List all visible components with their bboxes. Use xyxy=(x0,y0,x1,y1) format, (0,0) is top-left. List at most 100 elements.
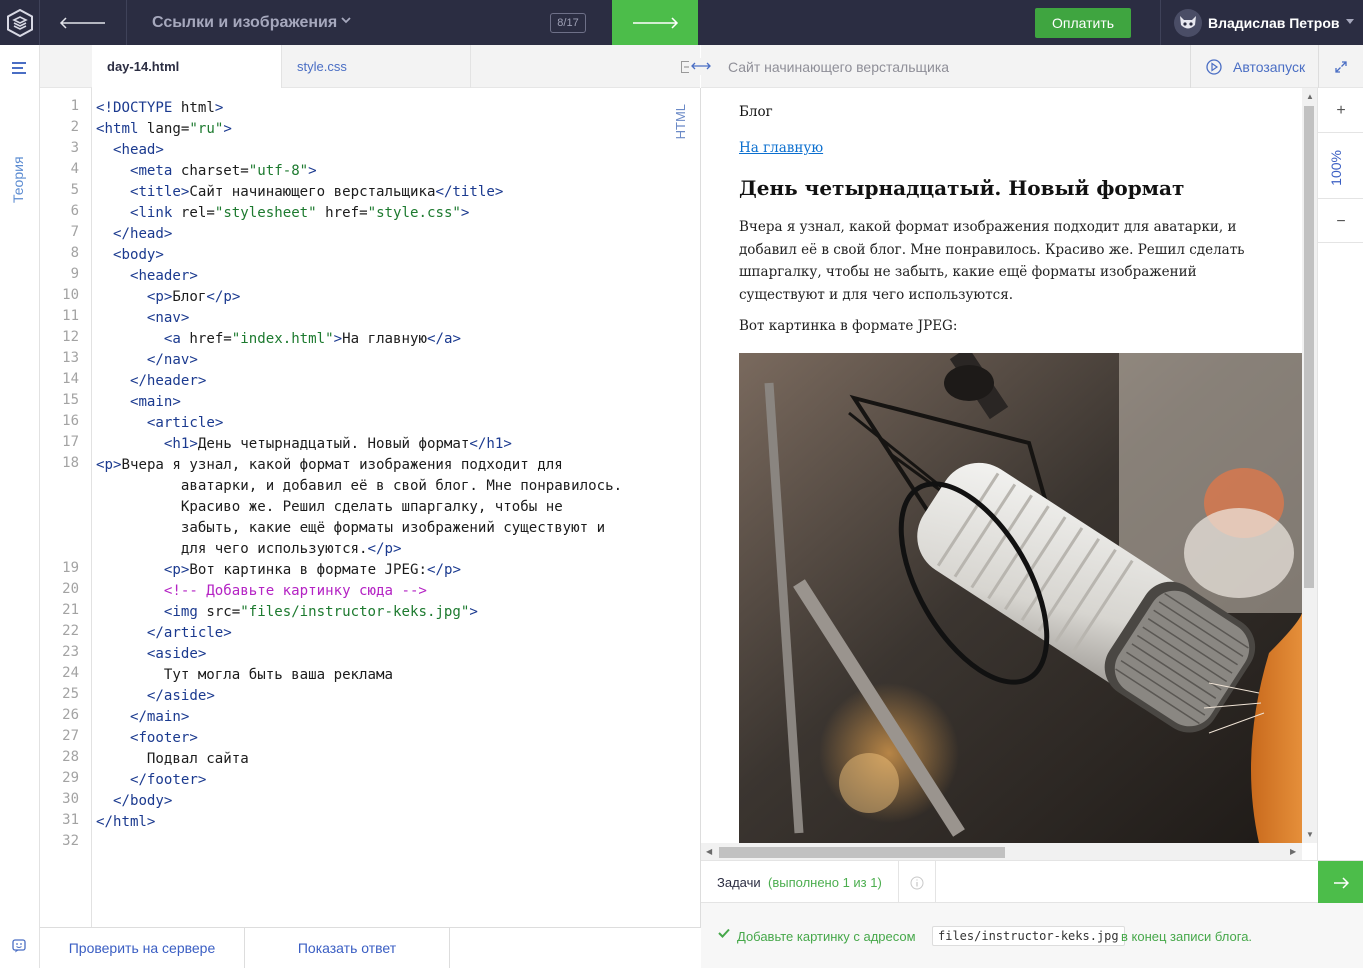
code-line: <p>Блог</p> xyxy=(146,289,241,305)
editor-bottom-bar: Проверить на сервере Показать ответ xyxy=(40,927,701,968)
code-line: <!DOCTYPE html> xyxy=(96,100,224,116)
zoom-level: 100% xyxy=(1328,150,1344,186)
theory-tab[interactable]: Теория xyxy=(10,151,26,203)
autorun-icon xyxy=(1206,59,1222,75)
line-number: 20 xyxy=(62,581,79,597)
code-line: <article> xyxy=(146,415,224,431)
next-task-button[interactable] xyxy=(1318,861,1363,904)
autorun-toggle[interactable]: Автозапуск xyxy=(1190,45,1318,88)
info-icon xyxy=(910,876,924,889)
chevron-down-icon xyxy=(1346,19,1354,24)
line-number: 11 xyxy=(62,308,79,324)
avatar xyxy=(1174,9,1202,37)
line-number: 3 xyxy=(70,140,79,156)
task-code: files/instructor-keks.jpg xyxy=(932,926,1125,946)
expand-icon xyxy=(1335,60,1347,73)
preview-home-link[interactable]: На главную xyxy=(739,140,823,156)
code-line: <p>Вот картинка в формате JPEG:</p> xyxy=(163,562,461,578)
preview-horizontal-scroll-thumb[interactable] xyxy=(719,847,1005,858)
code-line: <footer> xyxy=(129,730,198,746)
code-line: </aside> xyxy=(146,688,215,704)
next-lesson-button[interactable] xyxy=(612,0,698,45)
zoom-in-button[interactable]: + xyxy=(1318,88,1363,133)
tab-day-14-html[interactable]: day-14.html xyxy=(92,45,282,88)
tasks-progress: (выполнено 1 из 1) xyxy=(768,875,882,890)
preview-microphone-image xyxy=(739,353,1302,843)
code-line: <main> xyxy=(129,394,181,410)
line-number: 5 xyxy=(70,182,79,198)
menu-icon[interactable] xyxy=(11,61,27,75)
feedback-icon[interactable] xyxy=(12,939,26,953)
swap-panels-button[interactable] xyxy=(689,58,713,75)
forward-arrow-icon xyxy=(633,16,679,29)
line-number: 2 xyxy=(70,119,79,135)
preview-paragraph: Вчера я узнал, какой формат изображения … xyxy=(739,219,1245,303)
code-line: </footer> xyxy=(129,772,207,788)
line-number: 16 xyxy=(62,413,79,429)
code-line: забыть, какие ещё форматы изображений су… xyxy=(96,520,606,536)
code-line: Подвал сайта xyxy=(96,751,249,767)
code-line: </body> xyxy=(112,793,173,809)
code-line: <head> xyxy=(112,142,164,158)
line-number: 15 xyxy=(62,392,79,408)
language-label: HTML xyxy=(673,104,688,140)
preview-blog-label: Блог xyxy=(739,104,773,120)
forward-arrow-icon xyxy=(1333,876,1349,889)
scroll-right-arrow-icon[interactable]: ▶ xyxy=(1290,847,1296,856)
pay-button[interactable]: Оплатить xyxy=(1035,8,1131,38)
expand-preview-button[interactable] xyxy=(1318,45,1363,88)
task-info-button[interactable] xyxy=(898,861,936,904)
code-line: для чего используются.</p> xyxy=(96,541,402,557)
code-editor[interactable]: 1 2 3 4 5 6 7 8 9 10 11 12 13 14 15 16 17 18 19 20 21 22 23 24 2… xyxy=(40,88,701,927)
line-number: 6 xyxy=(70,203,79,219)
code-line: <meta charset="utf-8"> xyxy=(129,163,317,179)
line-number: 24 xyxy=(62,665,79,681)
autorun-label: Автозапуск xyxy=(1233,59,1306,75)
chevron-down-icon[interactable] xyxy=(341,16,351,24)
code-line: Красиво же. Решил сделать шпаргалку, что… xyxy=(96,499,563,515)
line-number: 27 xyxy=(62,728,79,744)
line-number: 25 xyxy=(62,686,79,702)
code-line: <!-- Добавьте картинку сюда --> xyxy=(96,583,427,599)
preview-heading: День четырнадцатый. Новый формат xyxy=(739,176,1185,200)
scroll-up-arrow-icon[interactable]: ▲ xyxy=(1306,92,1314,101)
line-number: 30 xyxy=(62,791,79,807)
code-area[interactable]: <!DOCTYPE html> <html lang="ru"> <head> <… xyxy=(96,98,666,854)
code-line: <nav> xyxy=(146,310,190,326)
tab-style-css[interactable]: style.css xyxy=(282,45,693,88)
code-line: <title>Сайт начинающего верстальщика</ti… xyxy=(129,184,504,200)
line-number: 14 xyxy=(62,371,79,387)
code-line: <p>Вчера я узнал, какой формат изображен… xyxy=(96,457,563,473)
preview-frame[interactable]: Блог На главную День четырнадцатый. Новы… xyxy=(701,88,1317,860)
preview-paragraph-jpeg: Вот картинка в формате JPEG: xyxy=(739,318,958,334)
code-line: аватарки, и добавил её в свой блог. Мне … xyxy=(96,478,623,494)
logo-icon[interactable] xyxy=(0,0,40,45)
line-number: 28 xyxy=(62,749,79,765)
scroll-left-arrow-icon[interactable]: ◀ xyxy=(706,847,712,856)
code-line: <img src="files/instructor-keks.jpg"> xyxy=(163,604,478,620)
back-button[interactable] xyxy=(40,0,127,45)
tasks-label: Задачи xyxy=(717,875,761,890)
code-line: <html lang="ru"> xyxy=(96,121,232,137)
left-sidebar: Теория xyxy=(0,45,40,968)
line-number: 23 xyxy=(62,644,79,660)
editor-tabs: day-14.html style.css xyxy=(40,45,700,88)
avatar-icon xyxy=(1180,16,1196,29)
zoom-out-button[interactable]: − xyxy=(1318,198,1363,243)
preview-header: Сайт начинающего верстальщика Автозапуск xyxy=(689,45,1363,88)
preview-vertical-scroll-thumb[interactable] xyxy=(1304,106,1314,588)
course-title[interactable]: Ссылки и изображения xyxy=(152,14,337,32)
code-line: </html> xyxy=(96,814,156,830)
show-answer-button[interactable]: Показать ответ xyxy=(245,928,450,968)
top-bar: Ссылки и изображения 8/17 Оплатить Влади… xyxy=(0,0,1363,45)
task-item: Добавьте картинку с адресом files/instru… xyxy=(701,903,1363,968)
user-menu[interactable]: Владислав Петров xyxy=(1160,0,1363,45)
line-number: 17 xyxy=(62,434,79,450)
back-arrow-icon xyxy=(59,16,105,29)
line-number: 7 xyxy=(70,224,79,240)
code-line: </article> xyxy=(146,625,232,641)
scroll-down-arrow-icon[interactable]: ▼ xyxy=(1306,830,1314,839)
check-on-server-button[interactable]: Проверить на сервере xyxy=(40,928,245,968)
preview-page-title: Сайт начинающего верстальщика xyxy=(728,59,950,75)
